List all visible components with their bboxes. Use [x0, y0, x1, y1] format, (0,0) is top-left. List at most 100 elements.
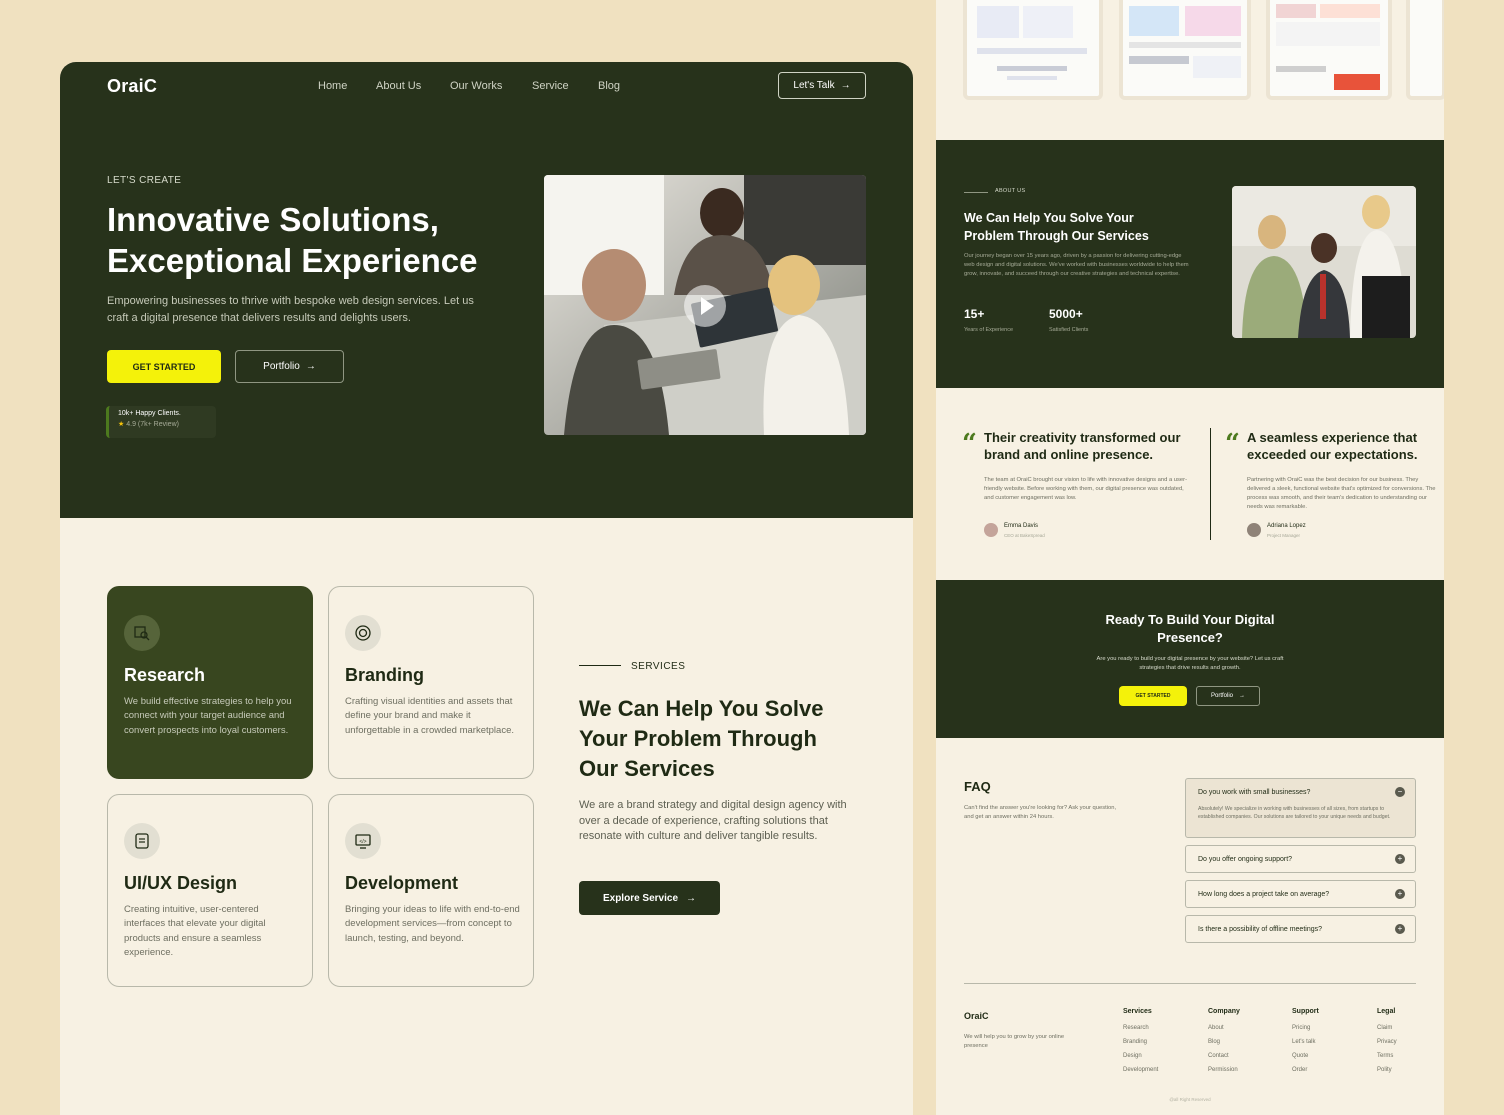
stat-clients-label: Satisfied Clients — [1049, 327, 1089, 333]
rating-text: 4.9 (7k+ Review) — [126, 421, 179, 428]
service-card-text: Creating intuitive, user-centered interf… — [124, 904, 266, 958]
service-card-text: We build effective strategies to help yo… — [124, 696, 292, 736]
nav-blog[interactable]: Blog — [598, 80, 620, 92]
stat-clients-value: 5000+ — [1049, 307, 1083, 321]
faq-item[interactable]: Is there a possibility of offline meetin… — [1185, 915, 1416, 943]
hero-title: Innovative Solutions, Exceptional Experi… — [107, 199, 537, 281]
service-card-text: Bringing your ideas to life with end-to-… — [345, 904, 520, 944]
portfolio-preview-image — [977, 6, 1087, 80]
footer-link[interactable]: Claim — [1377, 1021, 1397, 1035]
footer-link[interactable]: Blog — [1208, 1035, 1240, 1049]
nav-home[interactable]: Home — [318, 80, 347, 92]
nav-about[interactable]: About Us — [376, 80, 421, 92]
avatar — [984, 523, 998, 537]
portfolio-label: Portfolio — [263, 361, 300, 372]
hero-title-line1: Innovative Solutions, — [107, 201, 439, 238]
about-eyebrow-divider — [964, 192, 988, 193]
cta-title: Ready To Build Your Digital Presence? — [1105, 612, 1275, 645]
hero-video-thumbnail[interactable] — [544, 175, 866, 435]
testimonial-text: The team at OraiC brought our vision to … — [984, 477, 1187, 501]
footer-link[interactable]: Pricing — [1292, 1021, 1319, 1035]
explore-service-button[interactable]: Explore Service → — [579, 881, 720, 915]
footer-column-title: Support — [1292, 1008, 1319, 1015]
quote-icon: “ — [962, 429, 977, 459]
footer-column-services: Services Research Branding Design Develo… — [1123, 1008, 1158, 1077]
cta-section: Ready To Build Your Digital Presence? Ar… — [936, 580, 1444, 738]
portfolio-thumb[interactable] — [1119, 0, 1251, 100]
service-card-title: Development — [345, 873, 459, 893]
footer-link[interactable]: Contact — [1208, 1049, 1240, 1063]
services-eyebrow-divider — [579, 665, 621, 666]
footer-link[interactable]: Order — [1292, 1063, 1319, 1077]
arrow-right-icon: → — [305, 361, 316, 372]
development-icon: </> — [345, 823, 381, 859]
footer-link[interactable]: Development — [1123, 1063, 1158, 1077]
uiux-icon — [124, 823, 160, 859]
svg-text:</>: </> — [359, 839, 366, 845]
lets-talk-label: Let's Talk — [793, 80, 835, 91]
cta-portfolio-label: Portfolio — [1210, 693, 1233, 699]
footer-column-company: Company About Blog Contact Permission — [1208, 1008, 1240, 1077]
faq-item[interactable]: How long does a project take on average?… — [1185, 880, 1416, 908]
footer-tagline: We will help you to grow by your online … — [964, 1034, 1065, 1049]
stat-years-label: Years of Experience — [964, 327, 1014, 333]
hero-title-line2: Exceptional Experience — [107, 242, 478, 279]
portfolio-button[interactable]: Portfolio → — [235, 350, 344, 383]
about-section: ABOUT US We Can Help You Solve Your Prob… — [936, 140, 1444, 388]
service-card-development[interactable]: </> Development Bringing your ideas to l… — [328, 794, 534, 987]
footer-link[interactable]: Permission — [1208, 1063, 1240, 1077]
service-card-research[interactable]: Research We build effective strategies t… — [107, 586, 313, 779]
footer-link[interactable]: Terms — [1377, 1049, 1397, 1063]
get-started-button[interactable]: GET STARTED — [107, 350, 221, 383]
footer-column-legal: Legal Claim Privacy Terms Polity — [1377, 1008, 1397, 1077]
plus-icon[interactable]: + — [1395, 924, 1405, 934]
explore-service-label: Explore Service — [602, 892, 679, 904]
faq-item[interactable]: Do you offer ongoing support? + — [1185, 845, 1416, 873]
footer-logo[interactable]: OraiC — [964, 1011, 989, 1021]
testimonial-text: Partnering with OraiC was the best decis… — [1247, 477, 1436, 510]
play-button[interactable] — [684, 285, 726, 327]
footer-column-title: Services — [1123, 1008, 1152, 1015]
services-title: We Can Help You Solve Your Problem Throu… — [579, 696, 824, 781]
arrow-right-icon: → — [1239, 693, 1245, 699]
testimonial-name: Adriana Lopez — [1267, 523, 1306, 529]
stat-years-value: 15+ — [964, 307, 985, 321]
cta-get-started-button[interactable]: GET STARTED — [1119, 686, 1187, 706]
nav-our-works[interactable]: Our Works — [450, 80, 502, 92]
footer-link[interactable]: About — [1208, 1021, 1240, 1035]
hero-description: Empowering businesses to thrive with bes… — [107, 295, 474, 324]
service-card-uiux[interactable]: UI/UX Design Creating intuitive, user-ce… — [107, 794, 313, 987]
plus-icon[interactable]: + — [1395, 889, 1405, 899]
footer-link[interactable]: Branding — [1123, 1035, 1158, 1049]
testimonial-role: CEO at BakeSpread — [1004, 533, 1045, 538]
arrow-right-icon: → — [840, 80, 851, 91]
testimonial-divider — [1210, 428, 1211, 540]
service-card-title: Branding — [345, 665, 424, 685]
minus-icon[interactable]: − — [1395, 787, 1405, 797]
service-card-text: Crafting visual identities and assets th… — [345, 696, 514, 736]
cta-portfolio-button[interactable]: Portfolio → — [1196, 686, 1260, 706]
portfolio-thumb[interactable] — [963, 0, 1103, 100]
about-text: Our journey began over 15 years ago, dri… — [964, 253, 1189, 277]
footer-link[interactable]: Quote — [1292, 1049, 1319, 1063]
testimonial-role: Project Manager — [1267, 533, 1301, 538]
footer-column-support: Support Pricing Let's talk Quote Order — [1292, 1008, 1319, 1077]
star-icon: ★ — [118, 421, 125, 428]
faq-item-expanded[interactable]: Do you work with small businesses? − Abs… — [1185, 778, 1416, 838]
portfolio-thumb[interactable] — [1266, 0, 1392, 100]
portfolio-preview-image — [1129, 6, 1241, 78]
footer-link[interactable]: Let's talk — [1292, 1035, 1319, 1049]
footer-link[interactable]: Privacy — [1377, 1035, 1397, 1049]
service-card-branding[interactable]: Branding Crafting visual identities and … — [328, 586, 534, 779]
footer-link[interactable]: Design — [1123, 1049, 1158, 1063]
nav-service[interactable]: Service — [532, 80, 569, 92]
footer-link[interactable]: Research — [1123, 1021, 1158, 1035]
faq-question: How long does a project take on average? — [1198, 891, 1330, 898]
play-icon — [701, 297, 714, 315]
lets-talk-button[interactable]: Let's Talk → — [778, 72, 866, 99]
brand-logo[interactable]: OraiC — [107, 76, 157, 97]
team-photo-image — [1232, 186, 1416, 338]
plus-icon[interactable]: + — [1395, 854, 1405, 864]
portfolio-thumb[interactable] — [1406, 0, 1444, 100]
footer-link[interactable]: Polity — [1377, 1063, 1397, 1077]
